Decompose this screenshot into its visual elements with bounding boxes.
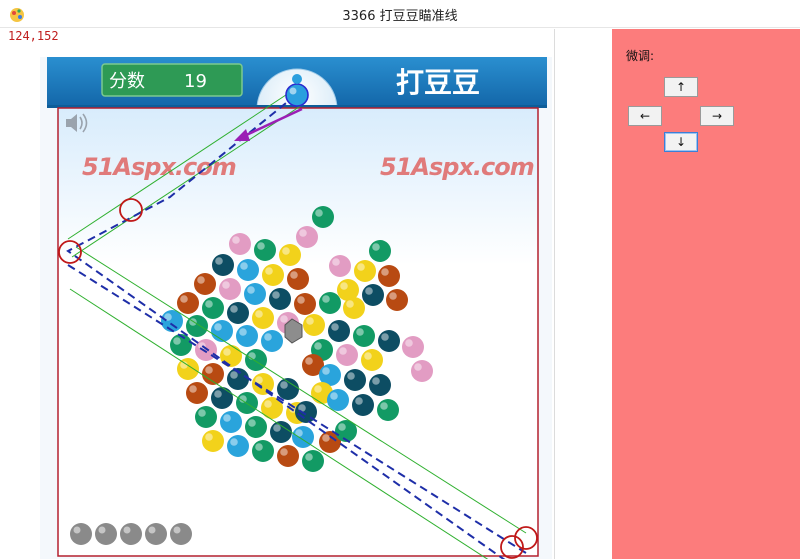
game-canvas[interactable]: 分数 19 打豆豆 51Aspx.com 51Aspx.com	[40, 57, 552, 559]
bubble	[352, 394, 374, 416]
score-box: 分数 19	[101, 63, 243, 97]
bubble	[344, 369, 366, 391]
bubble	[254, 239, 276, 261]
bubble	[212, 254, 234, 276]
bubble	[252, 440, 274, 462]
bubble	[378, 330, 400, 352]
bubble	[186, 315, 208, 337]
score-value: 19	[184, 71, 207, 92]
bubble	[328, 320, 350, 342]
watermark-left: 51Aspx.com	[82, 153, 236, 181]
adjust-panel: 微调: ↑ ← → ↓	[612, 29, 800, 559]
bubble	[269, 288, 291, 310]
coordinate-readout: 124,152	[8, 29, 59, 43]
bubble	[194, 273, 216, 295]
bubble	[262, 264, 284, 286]
bubble	[336, 344, 358, 366]
bubble	[261, 330, 283, 352]
bubble	[202, 430, 224, 452]
panel-separator	[554, 29, 555, 559]
game-logo-text: 打豆豆	[396, 66, 480, 99]
bubble	[296, 226, 318, 248]
bubble	[329, 255, 351, 277]
bubble	[402, 336, 424, 358]
bubble	[369, 374, 391, 396]
bubble	[219, 278, 241, 300]
bubble	[244, 283, 266, 305]
nudge-up-button[interactable]: ↑	[664, 77, 698, 97]
bubble	[362, 284, 384, 306]
window-client: 124,152 分数 19 打豆豆 51Aspx.com 51Aspx.com …	[0, 29, 800, 559]
bubble	[294, 293, 316, 315]
nudge-down-button[interactable]: ↓	[664, 132, 698, 152]
remaining-ball	[170, 523, 192, 545]
bubble	[252, 307, 274, 329]
remaining-ball	[95, 523, 117, 545]
bubble	[195, 406, 217, 428]
adjust-label: 微调:	[626, 49, 655, 63]
bubble	[186, 382, 208, 404]
bubble	[236, 325, 258, 347]
bubble	[177, 358, 199, 380]
score-label: 分数	[109, 71, 145, 92]
bubble	[245, 349, 267, 371]
bubble	[319, 292, 341, 314]
remaining-ball	[70, 523, 92, 545]
bubble	[377, 399, 399, 421]
bubble	[287, 268, 309, 290]
bubble	[343, 297, 365, 319]
bubble	[245, 416, 267, 438]
bubble	[279, 244, 301, 266]
title-bar: 3366 打豆豆瞄准线	[0, 0, 800, 28]
bubble	[227, 302, 249, 324]
bubble	[327, 389, 349, 411]
bubble	[411, 360, 433, 382]
bubble	[270, 421, 292, 443]
bubble	[361, 349, 383, 371]
bubble	[386, 289, 408, 311]
bubble	[303, 314, 325, 336]
remaining-ball	[145, 523, 167, 545]
window-title: 3366 打豆豆瞄准线	[342, 9, 458, 24]
remaining-balls	[70, 523, 192, 545]
watermark-right: 51Aspx.com	[380, 153, 534, 181]
bubble	[353, 325, 375, 347]
bubble	[312, 206, 334, 228]
bubble	[229, 233, 251, 255]
remaining-ball	[120, 523, 142, 545]
nudge-right-button[interactable]: →	[700, 106, 734, 126]
bubble	[211, 387, 233, 409]
bubble	[177, 292, 199, 314]
bubble	[220, 411, 242, 433]
bubble	[277, 445, 299, 467]
bubble	[369, 240, 391, 262]
bubble	[211, 320, 233, 342]
bubble	[302, 450, 324, 472]
bubble	[237, 259, 259, 281]
bubble	[378, 265, 400, 287]
bubble	[202, 297, 224, 319]
bubble	[354, 260, 376, 282]
bubble	[227, 435, 249, 457]
bubble	[170, 334, 192, 356]
nudge-left-button[interactable]: ←	[628, 106, 662, 126]
